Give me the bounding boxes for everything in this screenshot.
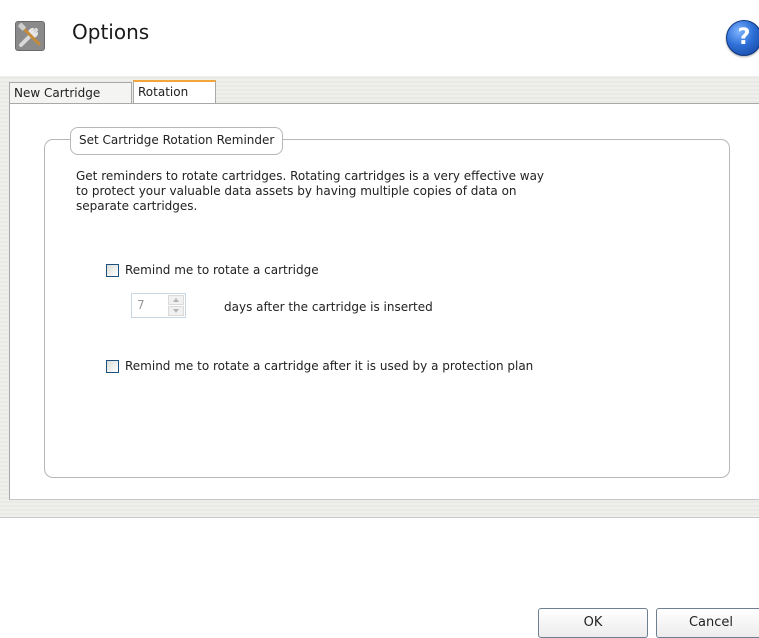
- days-stepper-buttons: [168, 295, 184, 316]
- tab-rotation[interactable]: Rotation: [133, 80, 216, 105]
- ok-button[interactable]: OK: [538, 608, 648, 638]
- days-stepper-value: 7: [137, 298, 145, 312]
- remind-plan-label: Remind me to rotate a cartridge after it…: [125, 359, 534, 373]
- remind-days-label: Remind me to rotate a cartridge: [125, 263, 319, 277]
- remind-plan-checkbox[interactable]: [106, 360, 119, 373]
- dialog-title: Options: [72, 20, 150, 44]
- help-icon[interactable]: ?: [726, 20, 759, 56]
- dialog-header: Options ?: [0, 0, 759, 70]
- cancel-button[interactable]: Cancel: [656, 608, 759, 638]
- group-title: Set Cartridge Rotation Reminder: [70, 127, 284, 155]
- tab-new-cartridge[interactable]: New Cartridge: [9, 82, 132, 104]
- tools-icon: [12, 18, 48, 54]
- days-stepper[interactable]: 7: [131, 293, 186, 318]
- stepper-up-icon[interactable]: [168, 295, 184, 305]
- rotation-description: Get reminders to rotate cartridges. Rota…: [76, 169, 545, 213]
- remind-days-checkbox[interactable]: [106, 264, 119, 277]
- stepper-down-icon[interactable]: [168, 306, 184, 316]
- days-suffix-label: days after the cartridge is inserted: [224, 300, 433, 314]
